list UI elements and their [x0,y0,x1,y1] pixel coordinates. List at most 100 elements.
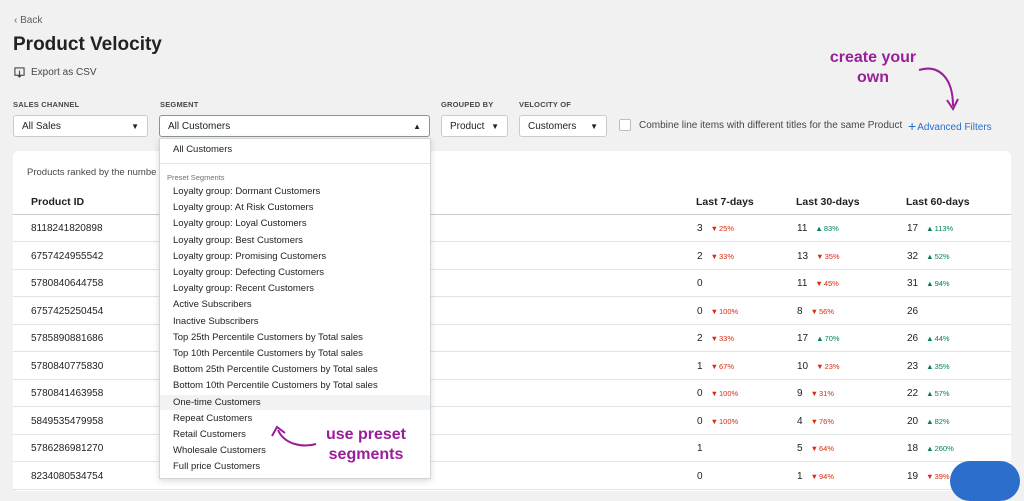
dropdown-option[interactable]: Active Subscribers [173,299,252,310]
cell-value: 26 [907,333,919,344]
dropdown-option[interactable]: Loyalty group: Loyal Customers [173,218,307,229]
cell-last-30-days: 17 ▲70% [797,333,840,344]
dropdown-option[interactable]: One-time Customers [173,397,261,408]
change-percent: 94% [819,471,835,481]
cell-last-30-days: 11 ▲83% [797,223,839,234]
dropdown-option[interactable]: Top 10th Percentile Customers by Total s… [173,348,363,359]
dropdown-option[interactable]: Loyalty group: Recent Customers [173,283,314,294]
change-percent: 76% [819,416,835,426]
help-button[interactable] [950,461,1020,501]
change-percent: 100% [719,306,739,316]
plus-icon: + [908,118,917,134]
change-percent: 82% [934,416,950,426]
cell-last-60-days: 22 ▲57% [907,388,950,399]
dropdown-option[interactable]: Loyalty group: Best Customers [173,235,303,246]
change-percent: 260% [934,444,954,453]
cell-product-id: 6757424955542 [31,251,103,262]
dropdown-option[interactable]: Inactive Subscribers [173,316,259,327]
cell-last-30-days: 11 ▼45% [797,278,839,289]
dropdown-option[interactable]: Loyalty group: Promising Customers [173,251,326,262]
header-last-7-days[interactable]: Last 7-days [696,196,754,208]
cell-value: 5780840775830 [31,360,104,372]
change-percent: 35% [824,251,840,261]
trend-down-icon: ▼ [810,389,818,398]
cell-last-60-days: 19 ▼39% [907,471,950,482]
cell-last-30-days: 8 ▼56% [797,306,834,317]
change-percent: 45% [823,279,839,288]
trend-up-icon: ▲ [926,251,934,261]
combine-line-items-option[interactable]: Combine line items with different titles… [619,119,902,131]
dropdown-option[interactable]: Loyalty group: Dormant Customers [173,186,320,197]
change-percent: 35% [934,361,950,371]
change-percent: 23% [824,361,840,371]
header-last-60-days[interactable]: Last 60-days [906,196,970,208]
cell-last-30-days: 13 ▼35% [797,251,840,262]
dropdown-group-label: Preset Segments [167,173,225,182]
sales-channel-label: SALES CHANNEL [13,100,80,109]
dropdown-option[interactable]: Retail Customers [173,429,246,440]
sales-channel-value: All Sales [22,120,61,132]
cell-value: 5 [797,443,803,454]
caret-down-icon: ▼ [590,121,598,131]
cell-last-30-days: 5 ▼64% [797,443,834,454]
dropdown-option[interactable]: Bottom 25th Percentile Customers by Tota… [173,364,378,375]
change-percent: 64% [819,444,835,453]
change-percent: 44% [934,334,950,343]
velocity-of-select[interactable]: Customers ▼ [519,115,607,137]
annotation-line: use preset [325,426,407,443]
dropdown-option-all-customers[interactable]: All Customers [173,144,232,155]
cell-value: 2 [697,250,703,262]
change-percent: 25% [719,224,735,233]
grouped-by-value: Product [450,120,485,132]
velocity-of-label: VELOCITY OF [519,100,572,109]
cell-value: 9 [797,388,803,399]
cell-value: 17 [907,223,919,234]
dropdown-option[interactable]: Loyalty group: At Risk Customers [173,202,313,213]
chevron-left-icon: ‹ [14,15,18,26]
cell-value: 0 [697,278,703,289]
trend-down-icon: ▼ [710,224,718,233]
cell-last-30-days: 1 ▼94% [797,471,834,482]
trend-down-icon: ▼ [810,471,818,481]
cell-value: 20 [907,415,919,427]
cell-value: 13 [797,250,809,262]
back-link[interactable]: ‹ Back [14,15,42,26]
dropdown-option[interactable]: Repeat Customers [173,413,252,424]
cell-value: 0 [697,470,703,482]
cell-value: 8118241820898 [31,223,103,234]
sales-channel-select[interactable]: All Sales ▼ [13,115,148,137]
cell-value: 1 [697,360,703,372]
advanced-filters-button[interactable]: +Advanced Filters [908,117,992,134]
trend-down-icon: ▼ [816,361,824,371]
cell-last-7-days: 2 ▼33% [697,251,734,262]
change-percent: 39% [934,471,950,481]
header-last-30-days[interactable]: Last 30-days [796,196,860,208]
segment-select[interactable]: All Customers ▲ [159,115,430,137]
table-description: Products ranked by the numbe [27,167,157,178]
trend-down-icon: ▼ [810,416,818,426]
combine-checkbox[interactable] [619,119,631,131]
velocity-of-value: Customers [528,120,577,132]
page-title: Product Velocity [13,34,162,55]
trend-down-icon: ▼ [815,279,823,288]
cell-value: 23 [907,360,919,372]
dropdown-option[interactable]: Wholesale Customers [173,445,266,456]
trend-down-icon: ▼ [926,471,934,481]
cell-last-60-days: 18 ▲260% [907,443,954,454]
export-csv-button[interactable]: Export as CSV [14,67,97,78]
dropdown-option[interactable]: Top 25th Percentile Customers by Total s… [173,332,363,343]
grouped-by-select[interactable]: Product ▼ [441,115,508,137]
change-percent: 52% [934,251,950,261]
cell-last-60-days: 31 ▲94% [907,278,950,289]
annotation-arrow-icon [271,425,317,447]
dropdown-option[interactable]: Bottom 10th Percentile Customers by Tota… [173,380,378,391]
dropdown-option[interactable]: Full price Customers [173,461,260,472]
change-percent: 100% [719,389,739,398]
cell-last-7-days: 0 [697,471,703,482]
header-product-id[interactable]: Product ID [31,196,84,208]
back-label: Back [20,15,43,26]
cell-value: 8234080534754 [31,470,104,482]
change-percent: 33% [719,251,735,261]
cell-product-id: 5785890881686 [31,333,103,344]
dropdown-option[interactable]: Loyalty group: Defecting Customers [173,267,324,278]
